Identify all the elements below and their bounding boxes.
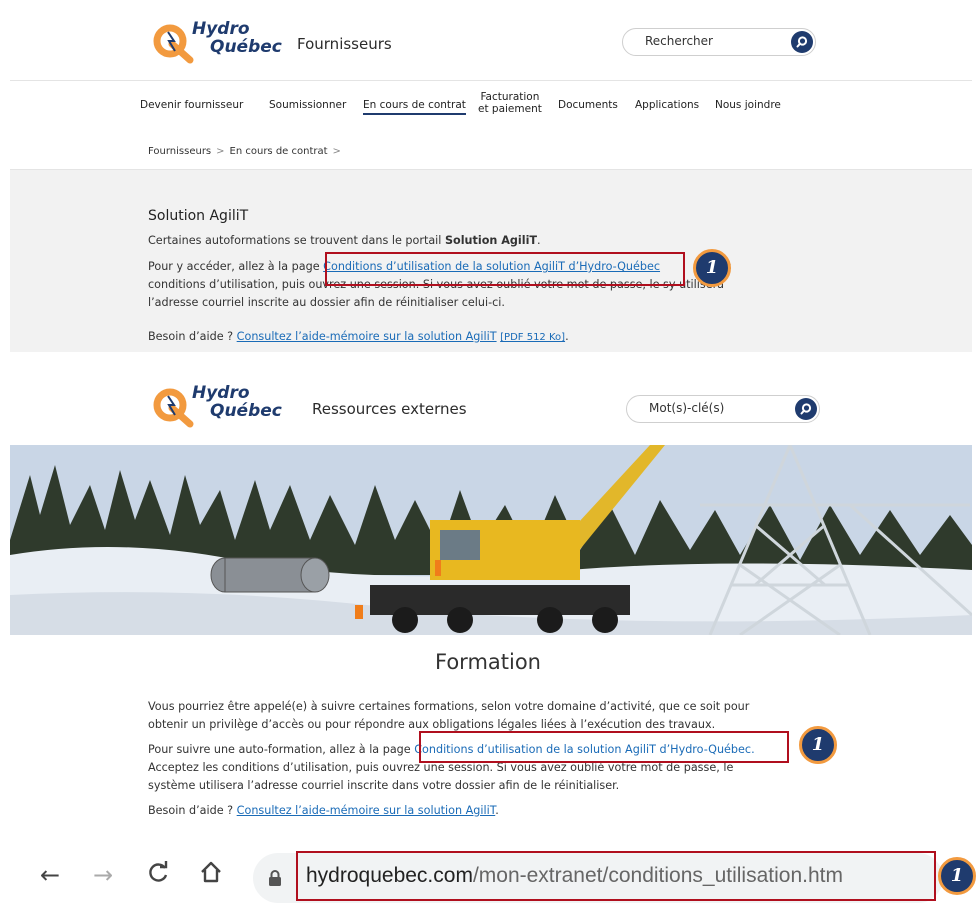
help-guide-link[interactable]: Consultez l’aide-mémoire sur la solution…	[237, 804, 496, 817]
help-pdf-link[interactable]: [PDF 512 Ko]	[500, 332, 565, 343]
p2-line3: système utilisera l’adresse courriel ins…	[148, 779, 620, 792]
highlight-box	[419, 731, 789, 763]
main-nav: Devenir fournisseur Soumissionner En cou…	[10, 80, 972, 128]
url-path: /mon-extranet/conditions_utilisation.htm	[472, 864, 843, 887]
p2-prefix: Pour suivre une auto-formation, allez à …	[148, 743, 415, 756]
breadcrumb-item[interactable]: En cours de contrat	[230, 146, 328, 157]
site-name: Fournisseurs	[297, 35, 392, 53]
search-button[interactable]	[791, 31, 813, 53]
intro-bold: Solution AgiliT	[444, 234, 538, 247]
help-prefix: Besoin d’aide ?	[148, 330, 237, 343]
nav-devenir-fournisseur[interactable]: Devenir fournisseur	[140, 99, 243, 111]
access-prefix: Pour y accéder, allez à la page	[148, 260, 324, 273]
logo-line1: Hydro	[192, 19, 250, 39]
forward-icon[interactable]: →	[93, 861, 113, 889]
help-suffix: .	[495, 804, 499, 817]
fournisseurs-header: Hydro Québec Fournisseurs Rechercher	[10, 0, 972, 80]
nav-soumissionner[interactable]: Soumissionner	[269, 99, 346, 111]
callout-badge: 1	[938, 857, 976, 895]
hydro-quebec-logo[interactable]: Hydro Québec	[152, 384, 292, 434]
highlight-box	[325, 252, 685, 286]
search-button[interactable]	[795, 398, 817, 420]
reload-icon[interactable]	[146, 860, 170, 890]
help-guide-link[interactable]: Consultez l’aide-mémoire sur la solution…	[237, 330, 497, 343]
keyword-search-input[interactable]: Mot(s)-clé(s)	[626, 395, 820, 423]
p1-line1: Vous pourriez être appelé(e) à suivre ce…	[148, 700, 750, 713]
url-text[interactable]: hydroquebec.com/mon-extranet/conditions_…	[306, 864, 843, 888]
callout-badge: 1	[799, 726, 837, 764]
formation-help: Besoin d’aide ? Consultez l’aide-mémoire…	[148, 802, 868, 820]
help-text: Besoin d’aide ? Consultez l’aide-mémoire…	[148, 328, 868, 347]
url-host: hydroquebec.com	[306, 864, 473, 887]
nav-facturation-paiement[interactable]: Facturation et paiement	[478, 91, 542, 115]
intro-prefix: Certaines autoformations se trouvent dan…	[148, 234, 445, 247]
crane-worksite-image	[10, 445, 972, 635]
breadcrumb: Fournisseurs > En cours de contrat >	[10, 127, 972, 170]
ressources-header: Hydro Québec Ressources externes Mot(s)-…	[10, 358, 972, 444]
callout-badge: 1	[693, 249, 731, 287]
intro-suffix: .	[537, 234, 541, 247]
back-icon[interactable]: ←	[40, 861, 60, 889]
nav-applications[interactable]: Applications	[635, 99, 699, 111]
browser-toolbar: ← → hydroquebec.com/mon-extranet/conditi…	[0, 835, 976, 907]
hydro-quebec-logo[interactable]: Hydro Québec	[152, 20, 292, 70]
site-name: Ressources externes	[312, 400, 467, 418]
hero-photo	[10, 445, 972, 635]
nav-facturation-line1: Facturation	[480, 91, 540, 103]
logo-line1: Hydro	[192, 383, 250, 403]
nav-facturation-line2: et paiement	[478, 103, 542, 115]
formation-intro: Vous pourriez être appelé(e) à suivre ce…	[148, 698, 848, 734]
breadcrumb-item[interactable]: Fournisseurs	[148, 146, 211, 157]
nav-en-cours-de-contrat[interactable]: En cours de contrat	[363, 99, 466, 115]
help-prefix: Besoin d’aide ?	[148, 804, 237, 817]
search-placeholder: Mot(s)-clé(s)	[649, 401, 725, 415]
search-icon	[796, 36, 808, 48]
search-placeholder: Rechercher	[645, 34, 713, 48]
search-input[interactable]: Rechercher	[622, 28, 816, 56]
home-icon[interactable]	[199, 860, 223, 890]
breadcrumb-separator: >	[332, 146, 341, 157]
help-suffix: .	[565, 330, 569, 343]
url-highlight-box: hydroquebec.com/mon-extranet/conditions_…	[296, 851, 936, 901]
breadcrumb-separator: >	[216, 146, 225, 157]
intro-text: Certaines autoformations se trouvent dan…	[148, 232, 848, 250]
nav-documents[interactable]: Documents	[558, 99, 618, 111]
search-icon	[800, 403, 812, 415]
section-title: Solution AgiliT	[148, 208, 249, 224]
lock-icon[interactable]	[267, 869, 283, 887]
page-title: Formation	[435, 650, 541, 674]
nav-nous-joindre[interactable]: Nous joindre	[715, 99, 781, 111]
logo-line2: Québec	[210, 37, 282, 57]
access-line3: l’adresse courriel inscrite au dossier a…	[148, 296, 505, 309]
logo-line2: Québec	[210, 401, 282, 421]
